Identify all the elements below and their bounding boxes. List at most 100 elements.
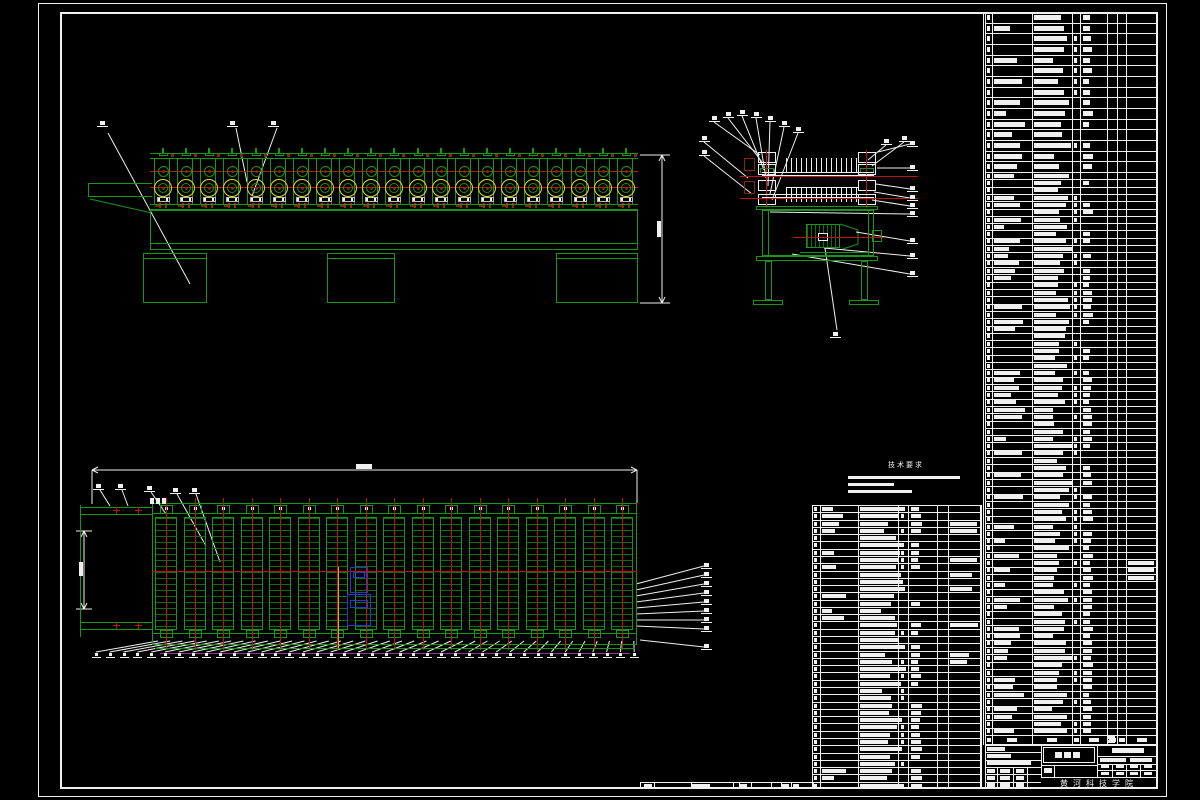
strip-divider (751, 782, 752, 789)
bom-cell-spec (860, 732, 890, 737)
fan-underline (450, 657, 460, 658)
bom-cell-spec (1034, 626, 1065, 631)
tb-sig-col (997, 767, 998, 789)
bom-cell-qty (1074, 341, 1077, 346)
lower-roller-hub (416, 187, 420, 190)
bom-cell-qty (1074, 254, 1077, 259)
bearing-dot (250, 198, 253, 201)
balloon-label (910, 195, 915, 199)
bom-cell-name (994, 371, 1020, 376)
datum-cross (116, 622, 117, 629)
bom-cell-spec (1034, 312, 1057, 317)
balloon-underline (907, 200, 918, 201)
bom-cell-qty (1074, 539, 1077, 544)
bom-row-line (985, 97, 1157, 99)
stand-cap (159, 153, 168, 156)
bom-cell-material (1083, 268, 1090, 273)
bom-col-line (1032, 12, 1033, 745)
fan-label (384, 653, 388, 656)
bom-cell-spec (1034, 546, 1069, 551)
bom-cell-spec (860, 608, 881, 613)
base-pad (525, 205, 530, 207)
bom-row-line (812, 643, 981, 645)
bom-cell-no (814, 761, 817, 766)
bom-cell-material (911, 703, 922, 708)
bom-row-line (985, 33, 1157, 35)
bom-row-line (985, 12, 1157, 13)
bom-row-line (812, 716, 981, 718)
bom-row-line (812, 534, 981, 536)
fan-label (329, 653, 333, 656)
bom-cell-no (987, 110, 990, 116)
bom-cell-name (994, 195, 1015, 200)
fan-underline (492, 657, 502, 658)
bom-cell-material (1083, 57, 1090, 63)
bearing-dot (389, 198, 392, 201)
fan-underline (575, 657, 584, 658)
bom-row-line (812, 636, 981, 638)
tb-line (1041, 765, 1097, 766)
tb-drawing-title (1073, 752, 1080, 758)
infeed-line (88, 196, 152, 197)
stand-cap (344, 153, 354, 156)
tb-sig-line (985, 752, 1041, 753)
tb-line (1097, 745, 1098, 777)
fan-underline (188, 657, 198, 658)
bom-cell-no (987, 164, 990, 170)
balloon-label (118, 484, 123, 488)
bom-cell-no (987, 451, 990, 456)
bom-row-line (985, 610, 1157, 612)
support-leg (143, 253, 207, 303)
bom-cell-spec (1034, 509, 1062, 514)
stand-cap (482, 153, 492, 156)
bom-cell-name (994, 656, 1007, 661)
fan-label (522, 653, 526, 656)
bom-cell-spec (1034, 261, 1060, 266)
stand-centerline (251, 498, 253, 650)
stand-centerline (223, 498, 225, 650)
stand-cap (552, 153, 562, 156)
bom-cell-no (987, 436, 990, 441)
bom-header-text (1047, 738, 1057, 742)
fan-underline (312, 657, 322, 658)
fan-label (288, 653, 292, 656)
fan-label (509, 653, 512, 656)
bom-cell-spec (1034, 400, 1065, 405)
bom-cell-material (1083, 583, 1090, 587)
bom-cell-spec (1034, 356, 1056, 361)
bom-cell-spec (860, 514, 899, 519)
bom-cell-material (1083, 275, 1090, 280)
bom-cell-no (987, 261, 990, 266)
bom-col-line (937, 505, 938, 789)
bom-cell-remark (950, 652, 969, 657)
bom-cell-spec (1034, 714, 1067, 719)
bom-cell-material (1083, 685, 1092, 690)
bom-cell-no (814, 601, 817, 606)
bom-row-line (985, 310, 1157, 312)
balloon-label (702, 150, 707, 154)
fan-label (591, 653, 595, 656)
fan-underline (119, 657, 129, 658)
bom-cell-spec (860, 754, 891, 759)
bom-cell-no (987, 14, 990, 20)
base-pad (478, 205, 483, 207)
bom-cell-qty (901, 550, 904, 555)
bom-cell-spec (860, 521, 888, 526)
bom-row-line (812, 737, 981, 739)
tb-sig-text (987, 783, 995, 787)
base-pad (617, 205, 622, 207)
bom-cell-no (987, 670, 990, 675)
bom-cell-spec (1034, 78, 1059, 84)
bom-cell-material (1083, 89, 1090, 95)
balloon-underline (699, 141, 710, 142)
bom-cell-material (1083, 466, 1091, 471)
bom-cell-no (987, 188, 990, 193)
balloon-underline (701, 622, 712, 623)
bom-cell-spec (1034, 210, 1059, 215)
fan-underline (147, 657, 157, 658)
bom-row-line (812, 599, 981, 601)
fan-label (246, 653, 250, 656)
tb-line (1054, 765, 1055, 777)
bom-cell-no (987, 180, 990, 185)
bom-cell-remark (1128, 561, 1154, 566)
